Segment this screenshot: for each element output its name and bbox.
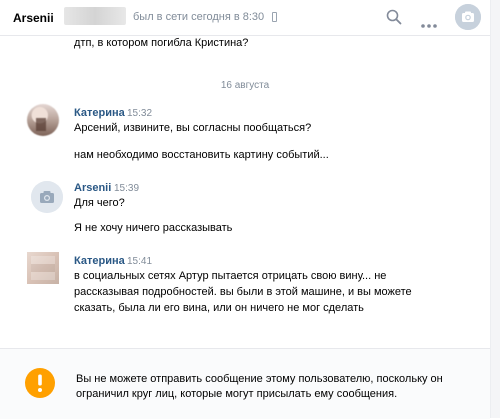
message-time[interactable]: 15:41 <box>127 256 152 267</box>
notice-line: ограничил круг лиц, которые могут присыл… <box>76 388 398 400</box>
contact-avatar[interactable] <box>455 4 481 30</box>
contact-name[interactable]: Arsenii <box>13 11 54 25</box>
camera-icon <box>31 181 63 213</box>
message-text: нам необходимо восстановить картину собы… <box>74 149 329 161</box>
message-author[interactable]: Катерина <box>74 107 125 119</box>
message-text: Я не хочу ничего рассказывать <box>74 222 233 234</box>
message-text: Арсений, извините, вы согласны пообщатьс… <box>74 122 312 134</box>
scrollbar[interactable] <box>490 0 500 418</box>
dialog-header: Arsenii был в сети сегодня в 8:30 <box>0 0 490 36</box>
message-time[interactable]: 15:32 <box>127 108 152 119</box>
message-author[interactable]: Катерина <box>74 255 125 267</box>
dialog-page: Arsenii был в сети сегодня в 8:30 дтп, в… <box>0 0 500 419</box>
previous-message-text: дтп, в котором погибла Кристина? <box>74 37 249 49</box>
message-author[interactable]: Arsenii <box>74 182 111 194</box>
date-separator: 16 августа <box>220 80 270 91</box>
message-text: сказать, была ли его вина, или он ничего… <box>74 302 364 314</box>
message-time[interactable]: 15:39 <box>114 183 139 194</box>
redacted-surname <box>64 7 126 25</box>
search-icon[interactable] <box>386 9 402 29</box>
avatar[interactable] <box>31 181 63 213</box>
more-icon[interactable] <box>420 14 438 33</box>
message-text: рассказывая подробностей. вы были в этой… <box>74 286 412 298</box>
message-text: Для чего? <box>74 197 125 209</box>
notice-line: Вы не можете отправить сообщение этому п… <box>76 373 443 385</box>
message-text: в социальных сетях Артур пытается отрица… <box>74 270 387 282</box>
online-status: был в сети сегодня в 8:30 <box>133 11 265 23</box>
compose-disabled-notice: Вы не можете отправить сообщение этому п… <box>76 372 443 402</box>
avatar[interactable] <box>27 252 59 284</box>
mobile-icon <box>272 12 277 22</box>
exclamation-icon <box>25 368 55 398</box>
avatar[interactable] <box>27 104 59 136</box>
